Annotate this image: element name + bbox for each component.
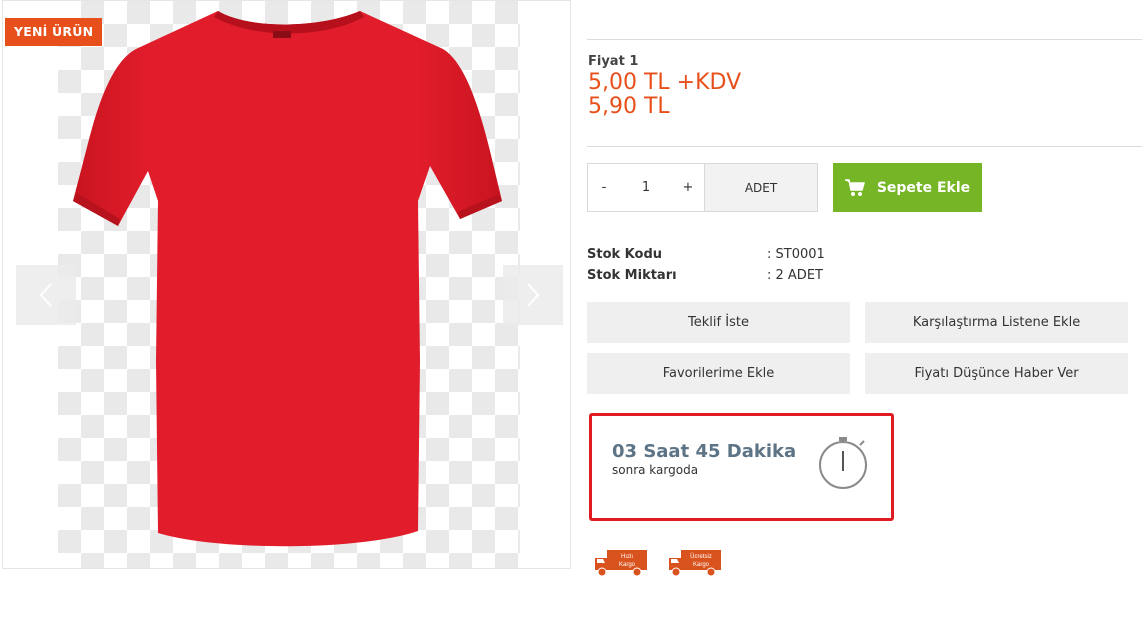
gallery-next-button[interactable] [503, 265, 563, 325]
price-drop-alert-button[interactable]: Fiyatı Düşünce Haber Ver [865, 353, 1128, 394]
divider [587, 39, 1142, 40]
quantity-stepper: - 1 + ADET [587, 163, 818, 212]
shipping-badge-line1: Hızlı [621, 554, 633, 560]
shipping-countdown: 03 Saat 45 Dakika [612, 441, 797, 462]
add-to-favorites-button[interactable]: Favorilerime Ekle [587, 353, 850, 394]
add-to-cart-button[interactable]: Sepete Ekle [833, 163, 982, 212]
shipping-badge-line2: Kargo [693, 562, 710, 568]
chevron-right-icon [527, 283, 540, 307]
request-quote-button[interactable]: Teklif İste [587, 302, 850, 343]
stopwatch-icon [819, 437, 867, 489]
spec-key: Stok Miktarı [587, 268, 677, 283]
spec-key: Stok Kodu [587, 247, 663, 262]
chevron-left-icon [39, 283, 52, 307]
spec-row-stock-code: Stok Kodu : ST0001 [587, 247, 825, 262]
price-label: Fiyat 1 [588, 54, 639, 69]
quantity-input[interactable]: 1 [620, 164, 672, 211]
product-gallery: YENİ ÜRÜN [2, 0, 571, 569]
price-net: 5,00 TL +KDV [588, 70, 742, 95]
free-shipping-badge-icon: Ücretsiz Kargo [669, 550, 721, 577]
divider [587, 146, 1142, 147]
price-gross: 5,90 TL [588, 94, 670, 119]
shipping-badge-line1: Ücretsiz [690, 553, 712, 560]
add-to-compare-button[interactable]: Karşılaştırma Listene Ekle [865, 302, 1128, 343]
spec-value: : ST0001 [767, 247, 825, 262]
shipping-badge-line2: Kargo [619, 562, 636, 568]
add-to-cart-label: Sepete Ekle [876, 179, 971, 196]
quantity-increase-button[interactable]: + [672, 164, 704, 211]
spec-row-stock-qty: Stok Miktarı : 2 ADET [587, 268, 823, 283]
shipping-note: sonra kargoda [612, 463, 699, 477]
product-image[interactable] [58, 1, 520, 569]
new-product-badge: YENİ ÜRÜN [5, 18, 103, 46]
quantity-decrease-button[interactable]: - [588, 164, 620, 211]
fast-shipping-badge-icon: Hızlı Kargo [595, 550, 647, 577]
spec-value: : 2 ADET [767, 268, 823, 283]
shopping-cart-icon [844, 178, 865, 196]
gallery-prev-button[interactable] [16, 265, 76, 325]
quantity-unit: ADET [704, 164, 817, 211]
shipping-countdown-box: 03 Saat 45 Dakika sonra kargoda [589, 413, 894, 521]
